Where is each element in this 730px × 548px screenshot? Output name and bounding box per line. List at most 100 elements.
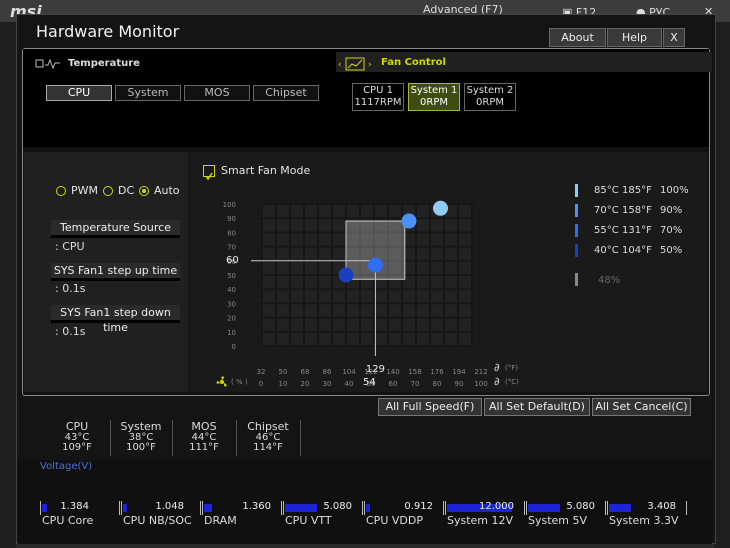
voltage-bar-fill xyxy=(285,504,317,512)
legend-celsius: 85°C xyxy=(594,185,619,196)
tab-chipset[interactable]: Chipset xyxy=(253,85,319,101)
legend-swatch xyxy=(575,224,578,237)
fan-curve-icon: ‹ › xyxy=(338,56,378,71)
about-button[interactable]: About xyxy=(549,28,606,47)
radio-auto[interactable] xyxy=(139,186,149,196)
voltage-value: 5.080 xyxy=(566,501,595,512)
x-tick-label-celsius: 10 xyxy=(279,380,288,388)
radio-pwm[interactable] xyxy=(56,186,66,196)
reading-divider xyxy=(236,420,237,456)
fan-cpu1[interactable]: CPU 1 1117RPM xyxy=(352,83,404,111)
legend-percent: 50% xyxy=(660,245,683,256)
x-tick-label-fahrenheit: 86 xyxy=(323,368,332,376)
svg-text:‹: ‹ xyxy=(338,60,342,70)
x-tick-label-celsius: 30 xyxy=(323,380,332,388)
legend-min-percent: 48% xyxy=(598,275,621,286)
temperature-source-button[interactable]: Temperature Source xyxy=(51,220,180,238)
legend-swatch xyxy=(575,244,578,257)
reading-fahrenheit: 111°F xyxy=(189,442,219,453)
all-set-cancel-button[interactable]: All Set Cancel(C) xyxy=(592,398,691,416)
close-button[interactable]: X xyxy=(663,28,685,47)
all-set-default-button[interactable]: All Set Default(D) xyxy=(484,398,590,416)
x-tick-label-fahrenheit: 32 xyxy=(257,368,266,376)
reading-divider xyxy=(300,420,301,456)
x-tick-label-fahrenheit: 68 xyxy=(301,368,310,376)
tab-label: CPU xyxy=(67,86,91,99)
radio-auto-label: Auto xyxy=(154,184,180,197)
fan-rpm: 1117RPM xyxy=(354,97,402,108)
voltage-value: 12.000 xyxy=(479,501,514,512)
voltage-value: 3.408 xyxy=(647,501,676,512)
reading-2: MOS 44°C 111°F xyxy=(174,421,234,454)
voltage-bar-fill xyxy=(366,504,370,512)
voltage-name: CPU VTT xyxy=(285,514,332,527)
reading-0: CPU 43°C 109°F xyxy=(47,420,107,454)
fan-curve-point-1[interactable] xyxy=(367,257,383,273)
voltage-bar-fill xyxy=(123,504,127,512)
temperature-section-label: Temperature xyxy=(68,58,140,69)
radio-dc[interactable] xyxy=(103,186,113,196)
legend-swatch xyxy=(575,204,578,217)
voltage-bar: 5.080 xyxy=(283,501,363,515)
window-title: Hardware Monitor xyxy=(36,22,180,41)
reading-3: Chipset 46°C 114°F xyxy=(238,420,298,454)
fan-control-section-label: Fan Control xyxy=(381,57,446,68)
x-tick-label-fahrenheit: 212 xyxy=(474,368,487,376)
reading-name: Chipset xyxy=(247,420,289,433)
step-up-time-button[interactable]: SYS Fan1 step up time xyxy=(51,263,180,281)
fan-system1[interactable]: System 1 0RPM xyxy=(408,83,460,111)
voltage-name: CPU VDDP xyxy=(366,514,423,527)
tab-system[interactable]: System xyxy=(115,85,181,101)
tab-label: MOS xyxy=(204,86,230,99)
fan-curve-point-3[interactable] xyxy=(433,200,448,216)
reading-fahrenheit: 114°F xyxy=(253,442,283,453)
tab-cpu[interactable]: CPU xyxy=(46,85,112,101)
y-unit-label: ( % ) xyxy=(231,378,248,386)
voltage-value: 1.360 xyxy=(242,501,271,512)
all-full-speed-button[interactable]: All Full Speed(F) xyxy=(378,398,482,416)
x-tick-label-fahrenheit: 176 xyxy=(430,368,444,376)
thermometer-icon: ∂ xyxy=(494,375,500,388)
y-tick-label: 20 xyxy=(227,315,236,323)
reading-1: System 38°C 100°F xyxy=(111,421,171,454)
voltage-value: 0.912 xyxy=(404,501,433,512)
help-button[interactable]: Help xyxy=(607,28,662,47)
legend-celsius: 55°C xyxy=(594,225,619,236)
reading-name: CPU xyxy=(65,420,89,433)
voltage-bar: 1.048 xyxy=(121,501,201,515)
reading-fahrenheit: 100°F xyxy=(126,442,156,453)
x-unit-fahrenheit: (°F) xyxy=(505,364,518,372)
fan-curve-point-0[interactable] xyxy=(338,267,354,283)
x-tick-label-celsius: 60 xyxy=(389,380,398,388)
x-tick-label-fahrenheit: 194 xyxy=(452,368,466,376)
reading-divider xyxy=(110,420,111,456)
voltage-name: DRAM xyxy=(204,514,237,527)
y-tick-label: 80 xyxy=(227,229,236,237)
x-tick-label-celsius: 40 xyxy=(345,380,354,388)
voltage-name: System 3.3V xyxy=(609,514,679,527)
svg-text:›: › xyxy=(368,60,372,70)
y-tick-label: 30 xyxy=(227,300,236,308)
voltage-bar: 1.384 xyxy=(40,501,120,515)
voltage-value: 1.384 xyxy=(60,501,89,512)
step-down-time-button[interactable]: SYS Fan1 step down time xyxy=(51,305,180,334)
thermometer-icon: ∂ xyxy=(494,361,500,374)
legend-min-swatch xyxy=(575,273,578,286)
x-tick-label-celsius: 100 xyxy=(474,380,487,388)
fan-curve-point-2[interactable] xyxy=(401,213,417,229)
voltage-name: CPU Core xyxy=(42,514,94,527)
fan-icon xyxy=(214,374,230,388)
voltage-bar: 0.912 xyxy=(364,501,444,515)
reading-fahrenheit: 109°F xyxy=(62,442,92,453)
x-tick-label-fahrenheit: 50 xyxy=(279,368,288,376)
radio-dc-label: DC xyxy=(118,184,135,197)
y-tick-label: 50 xyxy=(227,272,236,280)
y-tick-label: 40 xyxy=(227,286,236,294)
step-up-time-value: : 0.1s xyxy=(55,282,86,295)
voltage-name: System 5V xyxy=(528,514,588,527)
x-tick-label-fahrenheit: 104 xyxy=(342,368,356,376)
fan-system2[interactable]: System 2 0RPM xyxy=(464,83,516,111)
tab-mos[interactable]: MOS xyxy=(184,85,250,101)
x-tick-label-celsius: 80 xyxy=(433,380,442,388)
fan-rpm: 0RPM xyxy=(420,97,448,108)
